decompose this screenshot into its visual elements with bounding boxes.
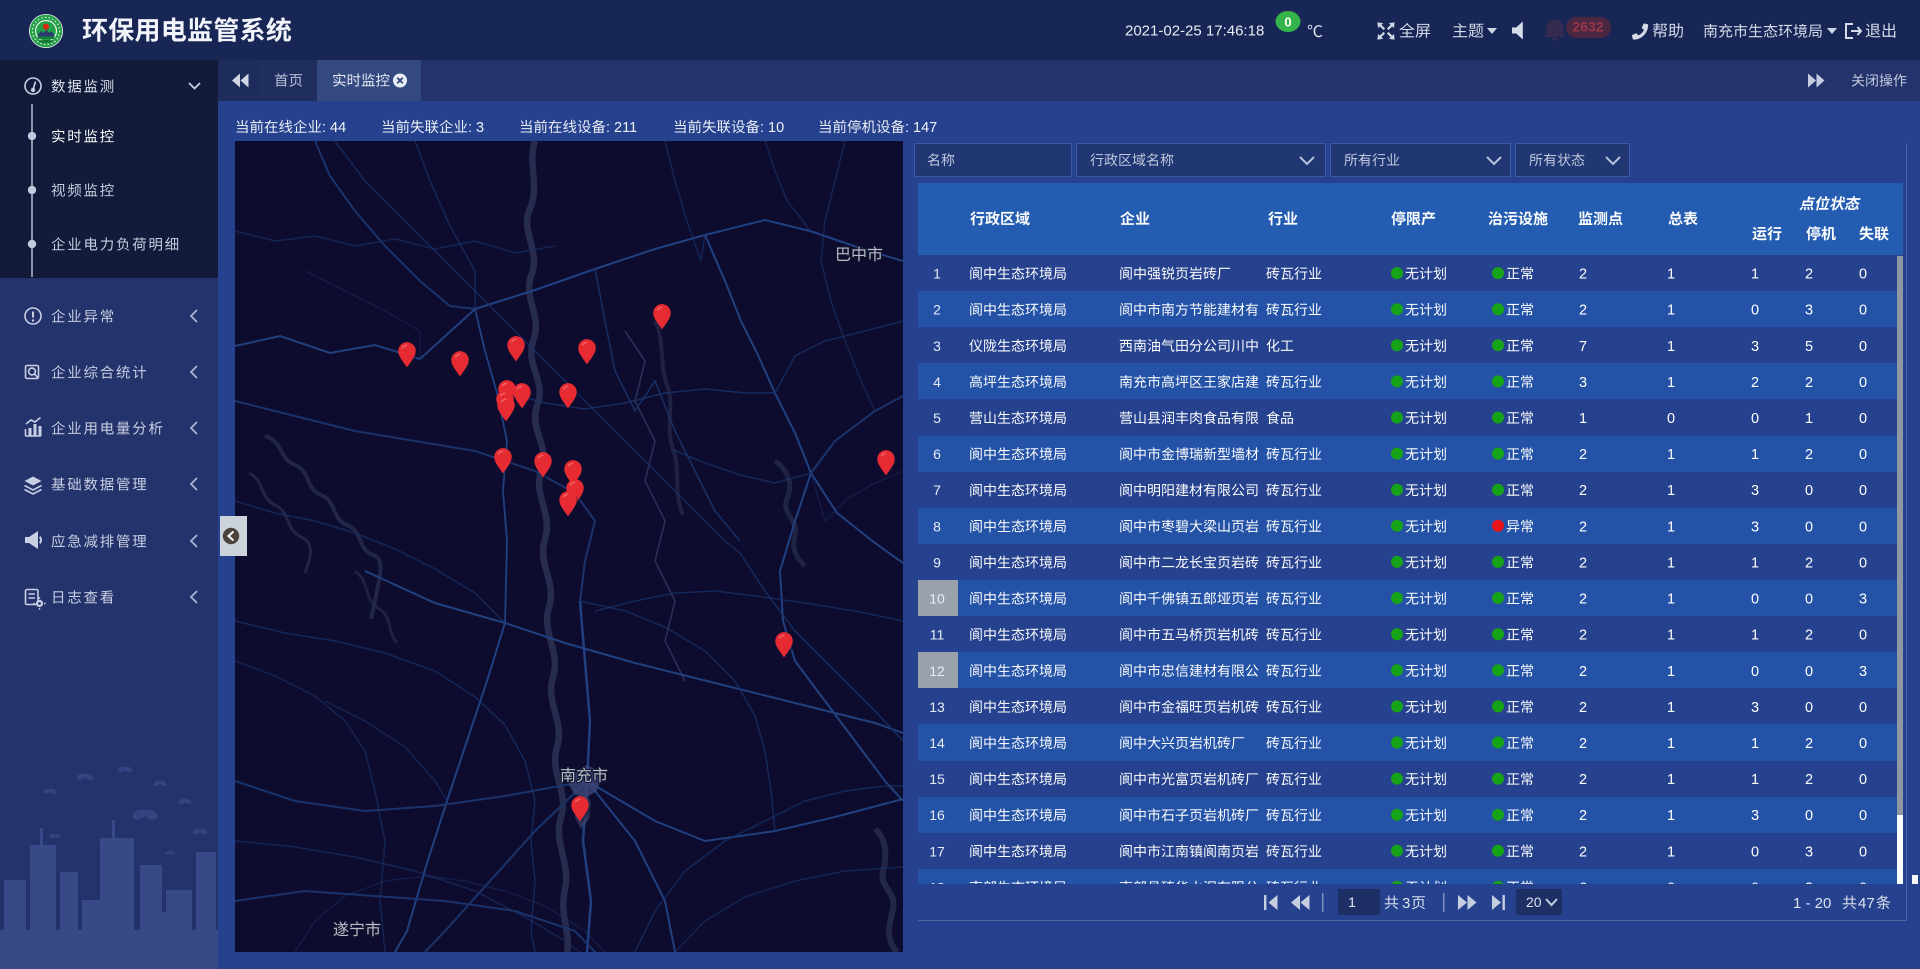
svg-text:: 10: : 10 (760, 120, 784, 136)
svg-text:: 211: : 211 (606, 120, 637, 136)
svg-text:: 3: : 3 (468, 120, 484, 136)
svg-text:: 44: : 44 (322, 120, 346, 136)
svg-text:: 147: : 147 (905, 120, 937, 136)
